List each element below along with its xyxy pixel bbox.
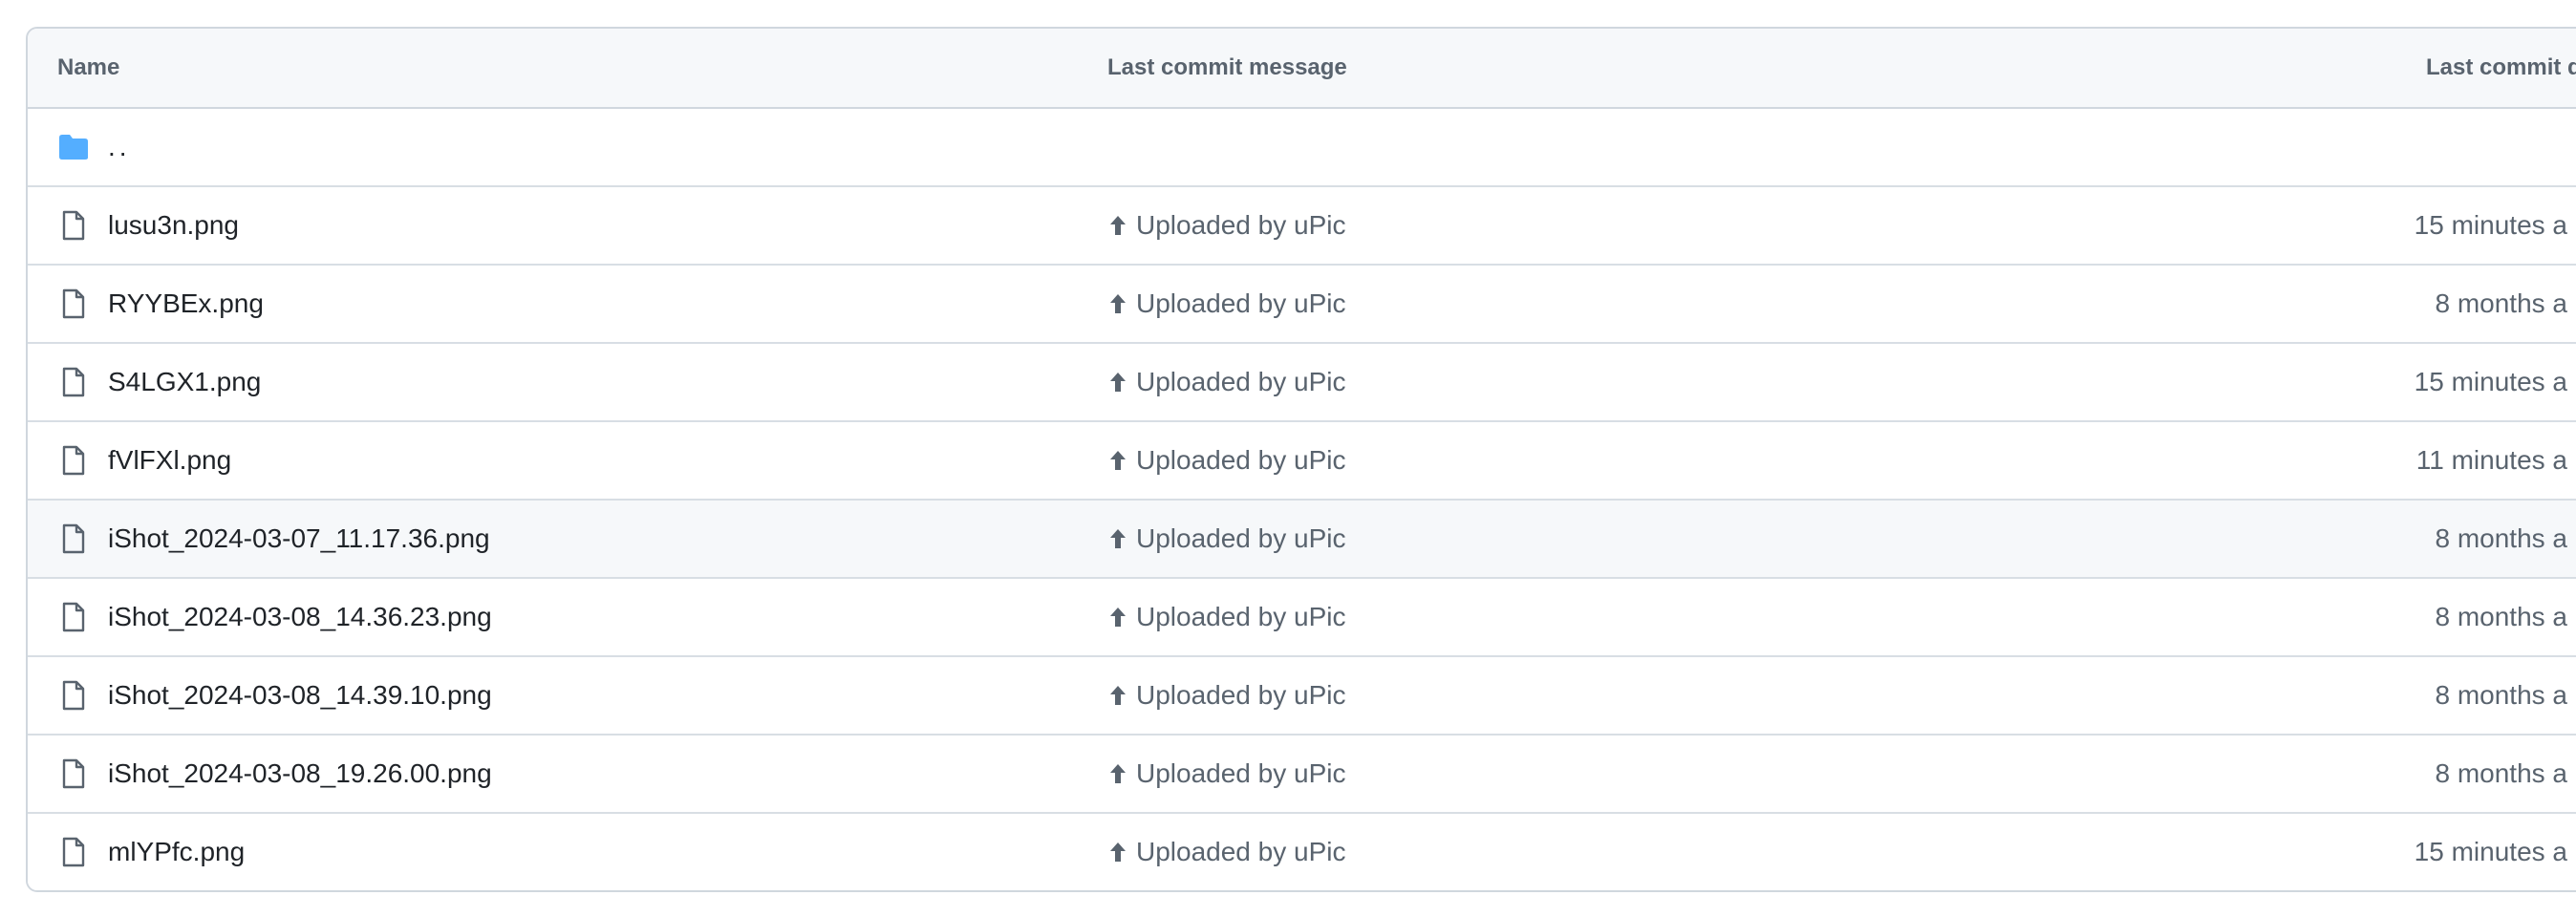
header-name: Name xyxy=(57,54,120,80)
page: Name Last commit message Last commit d .… xyxy=(0,0,2576,917)
file-name-link[interactable]: iShot_2024-03-08_19.26.00.png xyxy=(108,736,492,812)
arrow-up-icon xyxy=(1107,213,1128,238)
commit-message-link[interactable]: Uploaded by uPic xyxy=(1107,501,1345,577)
commit-date: 15 minutes a xyxy=(2414,210,2567,240)
commit-message-text[interactable]: Uploaded by uPic xyxy=(1136,680,1345,711)
file-icon xyxy=(56,736,91,812)
commit-message-text[interactable]: Uploaded by uPic xyxy=(1136,367,1345,397)
table-row[interactable]: iShot_2024-03-08_14.36.23.png Uploaded b… xyxy=(28,579,2576,657)
commit-date: 15 minutes a xyxy=(2414,367,2567,396)
commit-message-text[interactable]: Uploaded by uPic xyxy=(1136,288,1345,319)
commit-date: 8 months a xyxy=(2435,758,2567,788)
table-header: Name Last commit message Last commit d xyxy=(28,29,2576,109)
file-icon xyxy=(56,344,91,420)
arrow-up-icon xyxy=(1107,761,1128,786)
commit-message-link[interactable]: Uploaded by uPic xyxy=(1107,422,1345,499)
table-row[interactable]: S4LGX1.png Uploaded by uPic 15 minutes a xyxy=(28,344,2576,422)
parent-directory-row[interactable]: .. xyxy=(28,109,2576,187)
file-name-link[interactable]: iShot_2024-03-08_14.36.23.png xyxy=(108,579,492,655)
commit-date: 11 minutes a xyxy=(2415,445,2567,475)
file-icon xyxy=(56,579,91,655)
commit-date: 8 months a xyxy=(2435,680,2567,710)
table-row[interactable]: lusu3n.png Uploaded by uPic 15 minutes a xyxy=(28,187,2576,266)
commit-message-text[interactable]: Uploaded by uPic xyxy=(1136,523,1345,554)
arrow-up-icon xyxy=(1107,448,1128,473)
arrow-up-icon xyxy=(1107,526,1128,551)
arrow-up-icon xyxy=(1107,840,1128,864)
commit-date: 8 months a xyxy=(2435,523,2567,553)
header-last-commit-date: Last commit d xyxy=(2426,54,2576,80)
file-icon xyxy=(56,422,91,499)
arrow-up-icon xyxy=(1107,605,1128,629)
file-table: Name Last commit message Last commit d .… xyxy=(26,27,2576,892)
commit-message-text[interactable]: Uploaded by uPic xyxy=(1136,837,1345,867)
table-row[interactable]: iShot_2024-03-08_19.26.00.png Uploaded b… xyxy=(28,736,2576,814)
file-icon xyxy=(56,657,91,734)
commit-message-text[interactable]: Uploaded by uPic xyxy=(1136,445,1345,476)
commit-message-text[interactable]: Uploaded by uPic xyxy=(1136,602,1345,632)
commit-message-link[interactable]: Uploaded by uPic xyxy=(1107,344,1345,420)
table-row[interactable]: RYYBEx.png Uploaded by uPic 8 months a xyxy=(28,266,2576,344)
arrow-up-icon xyxy=(1107,370,1128,395)
arrow-up-icon xyxy=(1107,683,1128,708)
commit-message-text[interactable]: Uploaded by uPic xyxy=(1136,210,1345,241)
file-icon xyxy=(56,187,91,264)
parent-directory-link[interactable]: .. xyxy=(108,109,131,185)
commit-date: 8 months a xyxy=(2435,288,2567,318)
file-icon xyxy=(56,814,91,890)
table-row[interactable]: fVlFXl.png Uploaded by uPic 11 minutes a xyxy=(28,422,2576,501)
file-name-link[interactable]: iShot_2024-03-07_11.17.36.png xyxy=(108,501,490,577)
file-name-link[interactable]: iShot_2024-03-08_14.39.10.png xyxy=(108,657,492,734)
commit-date: 8 months a xyxy=(2435,602,2567,631)
file-name-link[interactable]: lusu3n.png xyxy=(108,187,239,264)
header-last-commit-message: Last commit message xyxy=(1107,54,1347,80)
commit-date: 15 minutes a xyxy=(2414,837,2567,866)
file-name-link[interactable]: RYYBEx.png xyxy=(108,266,264,342)
file-name-link[interactable]: S4LGX1.png xyxy=(108,344,261,420)
commit-message-link[interactable]: Uploaded by uPic xyxy=(1107,736,1345,812)
file-name-link[interactable]: mlYPfc.png xyxy=(108,814,245,890)
table-row[interactable]: mlYPfc.png Uploaded by uPic 15 minutes a xyxy=(28,814,2576,890)
commit-message-link[interactable]: Uploaded by uPic xyxy=(1107,657,1345,734)
file-name-link[interactable]: fVlFXl.png xyxy=(108,422,231,499)
commit-message-text[interactable]: Uploaded by uPic xyxy=(1136,758,1345,789)
commit-message-link[interactable]: Uploaded by uPic xyxy=(1107,187,1345,264)
commit-message-link[interactable]: Uploaded by uPic xyxy=(1107,814,1345,890)
table-row[interactable]: iShot_2024-03-08_14.39.10.png Uploaded b… xyxy=(28,657,2576,736)
folder-icon xyxy=(56,109,91,185)
table-row[interactable]: iShot_2024-03-07_11.17.36.png Uploaded b… xyxy=(28,501,2576,579)
commit-message-link[interactable]: Uploaded by uPic xyxy=(1107,266,1345,342)
file-icon xyxy=(56,501,91,577)
commit-message-link[interactable]: Uploaded by uPic xyxy=(1107,579,1345,655)
file-icon xyxy=(56,266,91,342)
arrow-up-icon xyxy=(1107,291,1128,316)
